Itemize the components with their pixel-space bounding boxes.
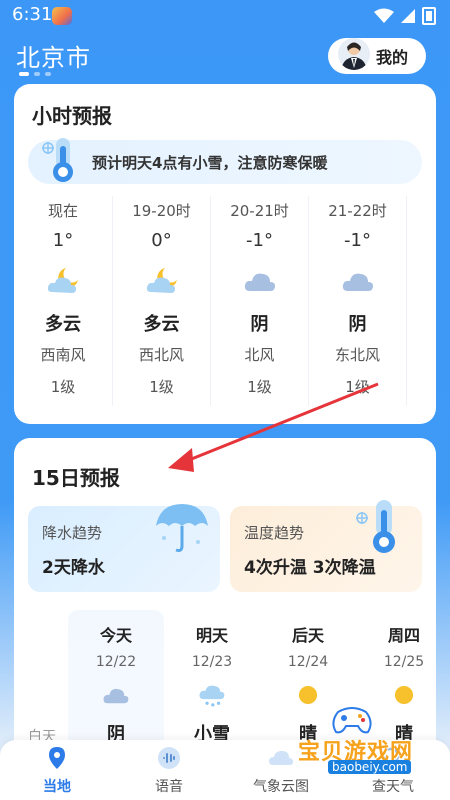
day-date: 12/22 bbox=[95, 654, 137, 670]
day-name: 后天 bbox=[291, 626, 324, 645]
hourly-temp: 0° bbox=[151, 230, 172, 251]
nav-local-label: 当地 bbox=[43, 779, 71, 795]
weather-app-notification-icon bbox=[52, 7, 72, 25]
hourly-wind-level: 1级 bbox=[149, 378, 174, 396]
weather-alert-banner[interactable]: 预计明天4点有小雪，注意防寒保暖 bbox=[28, 138, 422, 184]
weather-alert-text: 预计明天4点有小雪，注意防寒保暖 bbox=[92, 153, 328, 172]
hourly-condition: 多云 bbox=[45, 314, 81, 335]
nav-voice-label: 语音 bbox=[155, 779, 183, 795]
hourly-list[interactable]: 现在 1° 多云 西南风 1级 19-20时 0° 多云 西北风 1级 20-2… bbox=[14, 196, 436, 406]
hourly-item[interactable]: 19-20时 0° 多云 西北风 1级 bbox=[112, 196, 210, 406]
page-dot bbox=[34, 72, 40, 76]
hourly-time: 19-20时 bbox=[132, 202, 191, 220]
mine-label: 我的 bbox=[376, 48, 409, 67]
hourly-condition: 多云 bbox=[143, 314, 180, 335]
hourly-temp: -1° bbox=[246, 230, 273, 251]
location-pin-icon bbox=[49, 747, 65, 769]
city-title[interactable]: 北京市 bbox=[16, 38, 91, 73]
hourly-wind-level: 1级 bbox=[50, 378, 76, 396]
watermark: 宝贝游戏网 baobeiy.com bbox=[278, 700, 448, 780]
status-icons bbox=[374, 7, 436, 25]
page-dot-active bbox=[19, 72, 29, 76]
day-date: 12/24 bbox=[287, 654, 329, 670]
hourly-temp: -1° bbox=[344, 230, 371, 251]
voice-wave-icon bbox=[158, 747, 180, 769]
page-indicator bbox=[19, 72, 51, 76]
status-time: 6:31 bbox=[12, 4, 53, 25]
page-dot bbox=[45, 72, 51, 76]
day-name: 周四 bbox=[387, 626, 420, 645]
hourly-forecast-card: 小时预报 预计明天4点有小雪，注意防寒保暖 现在 1° 多云 西南风 1级 19… bbox=[14, 84, 436, 424]
hourly-temp: 1° bbox=[52, 230, 74, 251]
hourly-item-partial[interactable] bbox=[406, 196, 436, 406]
hourly-condition: 阴 bbox=[250, 314, 269, 335]
gamepad-logo-icon bbox=[332, 707, 372, 734]
nav-voice[interactable]: 语音 bbox=[124, 746, 214, 796]
rain-trend-card[interactable]: 降水趋势 2天降水 bbox=[28, 504, 220, 592]
day-name: 今天 bbox=[99, 626, 132, 645]
hourly-wind: 西南风 bbox=[40, 346, 86, 364]
hourly-item[interactable]: 现在 1° 多云 西南风 1级 bbox=[14, 196, 112, 406]
avatar bbox=[338, 38, 370, 70]
nav-local[interactable]: 当地 bbox=[12, 746, 102, 796]
hourly-wind-level: 1级 bbox=[247, 378, 272, 396]
hourly-time: 21-22时 bbox=[328, 202, 387, 220]
day-date: 12/23 bbox=[191, 654, 233, 670]
cloudy-moon-icon bbox=[47, 268, 78, 293]
hourly-item[interactable]: 21-22时 -1° 阴 东北风 1级 bbox=[308, 196, 406, 406]
thermometer-snow-icon bbox=[356, 500, 395, 553]
hourly-item[interactable]: 20-21时 -1° 阴 北风 1级 bbox=[210, 196, 308, 406]
battery-icon bbox=[422, 7, 436, 25]
hourly-wind-level: 1级 bbox=[345, 378, 370, 396]
hourly-time: 现在 bbox=[47, 202, 78, 220]
overcast-cloud-icon bbox=[244, 273, 275, 291]
thermometer-snow-icon bbox=[42, 138, 73, 182]
hourly-wind: 西北风 bbox=[138, 346, 184, 364]
status-bar: 6:31 bbox=[0, 0, 450, 34]
mine-button[interactable]: 我的 bbox=[328, 38, 426, 74]
signal-icon bbox=[401, 9, 415, 23]
hourly-forecast-title: 小时预报 bbox=[32, 104, 112, 128]
day-name: 明天 bbox=[195, 626, 228, 645]
light-snow-icon bbox=[199, 685, 225, 707]
hourly-time: 20-21时 bbox=[230, 202, 289, 220]
overcast-cloud-icon bbox=[103, 688, 129, 704]
umbrella-icon bbox=[156, 504, 208, 552]
wifi-icon bbox=[374, 8, 394, 23]
overcast-cloud-icon bbox=[342, 273, 373, 291]
hourly-condition: 阴 bbox=[348, 314, 367, 335]
hourly-wind: 东北风 bbox=[334, 346, 380, 364]
cloudy-moon-icon bbox=[146, 268, 177, 293]
temperature-trend-card[interactable]: 温度趋势 4次升温 3次降温 bbox=[230, 500, 422, 592]
forecast-15-day-title: 15日预报 bbox=[32, 466, 120, 490]
watermark-url: baobeiy.com bbox=[328, 760, 412, 774]
hourly-wind: 北风 bbox=[244, 346, 275, 364]
day-date: 12/25 bbox=[383, 654, 425, 670]
